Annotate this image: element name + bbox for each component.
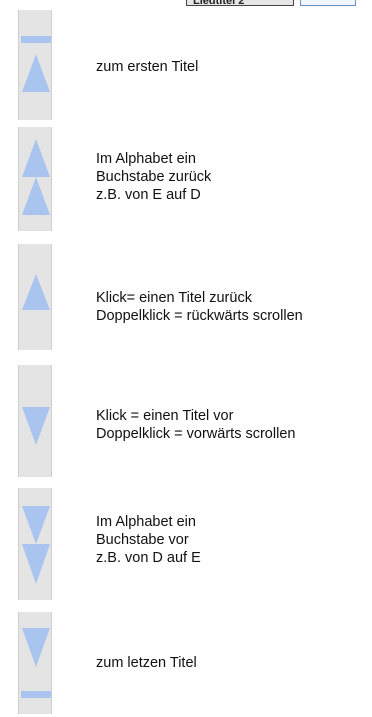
last-title-icon: [21, 628, 51, 698]
letter-forward-button[interactable]: [18, 488, 52, 600]
first-title-description: zum ersten Titel: [96, 58, 368, 76]
legend-row-title-forward: Klick = einen Titel vor Doppelklick = vo…: [0, 365, 372, 477]
title-forward-description: Klick = einen Titel vor Doppelklick = vo…: [96, 407, 368, 443]
letter-forward-description: Im Alphabet ein Buchstabe vor z.B. von D…: [96, 513, 368, 567]
description-line: z.B. von D auf E: [96, 550, 201, 566]
title-forward-button[interactable]: [18, 365, 52, 477]
description-line: zum letzen Titel: [96, 655, 197, 671]
title-tab-fragment[interactable]: Liedtitel 2: [186, 0, 294, 6]
letter-back-description: Im Alphabet ein Buchstabe zurück z.B. vo…: [96, 150, 368, 204]
description-line: Im Alphabet ein: [96, 151, 196, 167]
letter-forward-icon: [22, 506, 50, 584]
legend-row-letter-forward: Im Alphabet ein Buchstabe vor z.B. von D…: [0, 488, 372, 600]
legend-row-letter-back: Im Alphabet ein Buchstabe zurück z.B. vo…: [0, 127, 372, 231]
description-line: Klick= einen Titel zurück: [96, 290, 252, 306]
legend-row-last-title: zum letzen Titel: [0, 612, 372, 714]
description-line: Buchstabe zurück: [96, 169, 212, 185]
last-title-button[interactable]: [18, 612, 52, 714]
description-line: Buchstabe vor: [96, 532, 189, 548]
title-back-button[interactable]: [18, 244, 52, 350]
legend-row-first-title: zum ersten Titel: [0, 10, 372, 120]
description-line: z.B. von E auf D: [96, 187, 201, 203]
legend-row-title-back: Klick= einen Titel zurück Doppelklick = …: [0, 244, 372, 350]
first-title-button[interactable]: [18, 10, 52, 120]
description-line: Doppelklick = vorwärts scrollen: [96, 426, 296, 442]
letter-back-icon: [22, 139, 50, 215]
title-back-description: Klick= einen Titel zurück Doppelklick = …: [96, 289, 368, 325]
first-title-icon: [21, 36, 51, 92]
description-line: Doppelklick = rückwärts scrollen: [96, 308, 303, 324]
title-forward-icon: [22, 407, 50, 445]
last-title-description: zum letzen Titel: [96, 654, 368, 672]
top-toolbar-fragment: Liedtitel 2: [186, 0, 372, 6]
letter-back-button[interactable]: [18, 127, 52, 231]
secondary-tab-fragment[interactable]: [300, 0, 356, 6]
title-back-icon: [22, 274, 50, 310]
description-line: Klick = einen Titel vor: [96, 408, 234, 424]
description-line: zum ersten Titel: [96, 59, 199, 75]
description-line: Im Alphabet ein: [96, 514, 196, 530]
